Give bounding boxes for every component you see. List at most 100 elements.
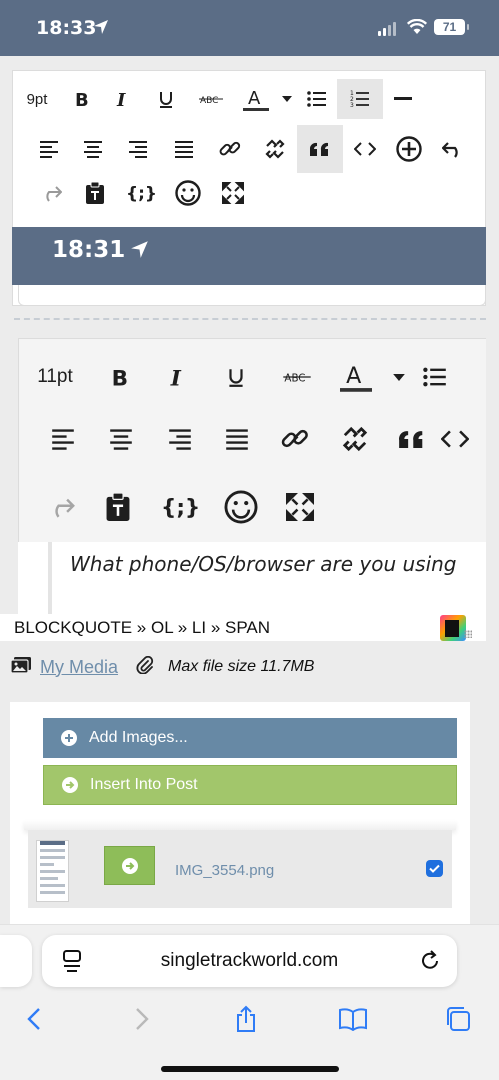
battery-icon: 71 (434, 19, 469, 35)
arrow-right-circle-icon (121, 857, 138, 874)
share-icon[interactable] (230, 1003, 262, 1035)
svg-text:A: A (346, 363, 361, 389)
divider (14, 318, 486, 320)
code-button[interactable] (439, 430, 469, 448)
fullscreen-icon (211, 182, 255, 204)
location-arrow-icon (93, 19, 109, 40)
file-thumbnail[interactable] (36, 840, 69, 902)
text-color-button[interactable]: A (329, 361, 383, 393)
underline-button[interactable] (207, 365, 265, 389)
align-center-icon (71, 140, 115, 158)
home-indicator[interactable] (161, 1066, 339, 1072)
quoted-post-bottom (18, 285, 486, 306)
strikethrough-icon: ABC (187, 92, 235, 106)
previous-tab[interactable] (0, 935, 32, 987)
bullet-list-icon (297, 90, 337, 108)
paperclip-icon (136, 655, 154, 679)
svg-text:B: B (75, 90, 89, 109)
text-color-icon: A (235, 86, 277, 112)
editor-text[interactable]: What phone/OS/browser are you using (70, 552, 457, 576)
unlink-icon (253, 138, 297, 160)
strikethrough-button[interactable]: ABC (265, 369, 329, 385)
upload-panel: Add Images... Insert Into Post IMG_3554.… (10, 702, 470, 924)
svg-text:I: I (170, 366, 182, 390)
browser-toolbar: singletrackworld.com (0, 924, 499, 1080)
fullscreen-button[interactable] (271, 493, 329, 521)
svg-text:ABC: ABC (284, 373, 305, 385)
tabs-icon[interactable] (442, 1003, 474, 1035)
location-arrow-icon (130, 240, 149, 264)
justify-icon (161, 140, 207, 158)
status-bar: 18:33 71 (0, 0, 499, 56)
editor-status-bar: BLOCKQUOTE » OL » LI » SPAN (0, 614, 486, 641)
add-images-button[interactable]: Add Images... (43, 718, 457, 758)
svg-text:A: A (248, 88, 261, 109)
chevron-down-icon (277, 96, 297, 102)
svg-text:I: I (116, 90, 126, 109)
undo-icon (431, 140, 475, 158)
address-bar[interactable]: singletrackworld.com (42, 935, 457, 987)
unlink-button[interactable] (325, 425, 385, 453)
svg-text:3: 3 (350, 102, 354, 109)
font-size-select[interactable]: 11pt (19, 366, 91, 388)
blockquote-bar (48, 542, 52, 614)
status-time: 18:33 (36, 17, 97, 39)
align-right-button[interactable] (151, 428, 209, 450)
italic-icon: I (101, 89, 145, 109)
file-name: IMG_3554.png (175, 862, 275, 879)
bullet-list-button[interactable] (415, 366, 455, 388)
max-file-size: Max file size 11.7MB (168, 658, 315, 675)
source-code-icon: {;} (117, 183, 165, 203)
insert-file-button[interactable] (104, 846, 155, 885)
url-text[interactable]: singletrackworld.com (42, 950, 457, 972)
italic-button[interactable]: I (149, 364, 207, 390)
underline-icon (145, 89, 187, 109)
divider (24, 820, 456, 830)
file-select-checkbox[interactable] (426, 860, 443, 877)
blockquote-button[interactable] (385, 430, 439, 448)
align-center-button[interactable] (91, 428, 151, 450)
code-icon (343, 142, 387, 156)
bold-button[interactable]: B (91, 364, 149, 390)
media-row: My Media Max file size 11.7MB (10, 653, 314, 681)
svg-text:{;}: {;} (161, 496, 199, 520)
font-size-select: 9pt (26, 90, 48, 108)
bookmarks-icon[interactable] (337, 1003, 369, 1035)
resize-handle-icon[interactable] (464, 630, 472, 638)
emoticon-button[interactable] (211, 490, 271, 524)
my-media-link[interactable]: My Media (40, 657, 118, 678)
svg-text:ABC: ABC (200, 96, 218, 106)
paste-as-text-button[interactable] (87, 493, 149, 521)
numbered-list-icon: 123 (337, 79, 383, 119)
insert-into-post-button[interactable]: Insert Into Post (43, 765, 457, 805)
horizontal-rule-icon (383, 97, 423, 101)
plus-circle-icon (61, 730, 77, 746)
insert-link-button[interactable] (265, 425, 325, 453)
justify-button[interactable] (209, 428, 265, 450)
redo-icon (29, 184, 73, 202)
align-left-icon (27, 140, 71, 158)
insert-into-post-label: Insert Into Post (90, 776, 198, 793)
align-left-button[interactable] (35, 428, 91, 450)
reload-icon[interactable] (421, 949, 441, 976)
back-icon[interactable] (18, 1003, 50, 1035)
uploaded-file-row: IMG_3554.png (28, 830, 452, 908)
source-code-button[interactable]: {;} (149, 494, 211, 520)
editor-content-area[interactable]: What phone/OS/browser are you using (18, 542, 486, 614)
link-icon (207, 138, 253, 160)
bold-icon: B (61, 89, 101, 109)
redo-button[interactable] (35, 496, 87, 518)
cellular-signal-icon (378, 22, 396, 36)
grammar-checker-icon[interactable] (440, 615, 466, 641)
svg-text:B: B (112, 366, 128, 390)
nested-screenshot-time: 18:31 (52, 237, 126, 263)
photos-icon (10, 656, 32, 679)
text-color-dropdown[interactable] (383, 373, 415, 381)
nested-screenshot-status-bar: 18:31 (12, 227, 486, 285)
forward-icon[interactable] (126, 1003, 158, 1035)
wifi-icon (406, 18, 428, 40)
add-circle-icon (387, 136, 431, 162)
browser-nav-bar (0, 1001, 499, 1041)
element-path: BLOCKQUOTE » OL » LI » SPAN (14, 618, 271, 637)
blockquote-icon (297, 125, 343, 173)
